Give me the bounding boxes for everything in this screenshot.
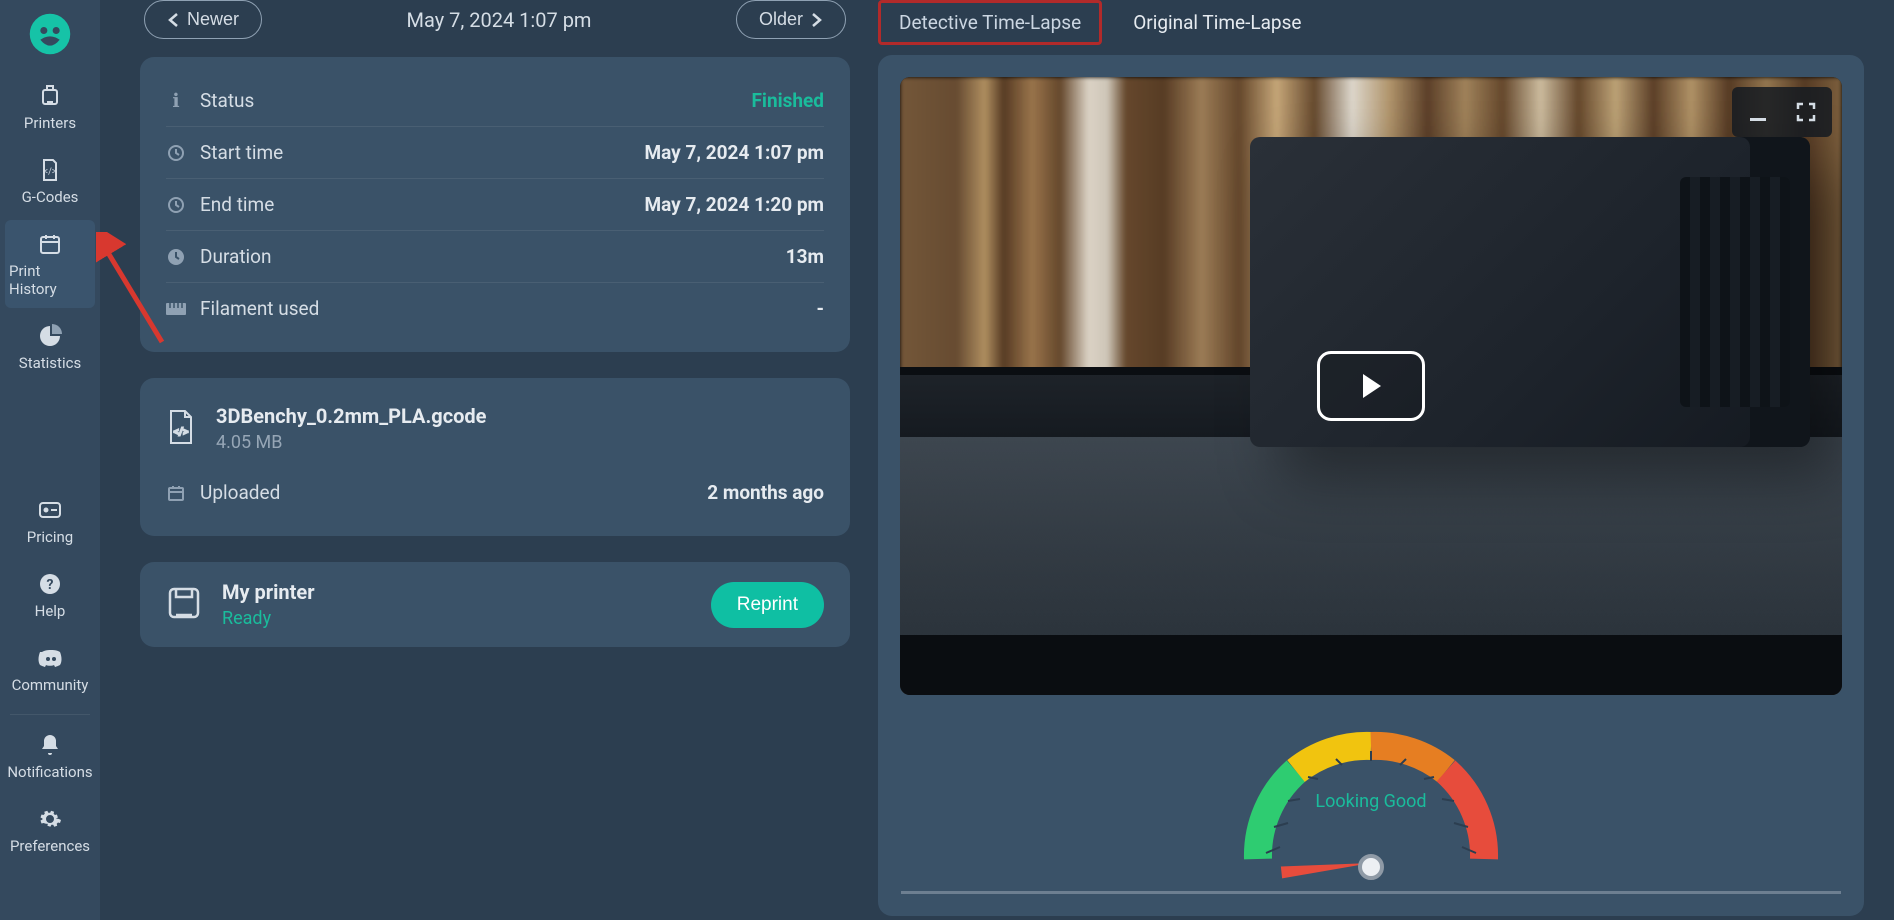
clock-icon	[166, 143, 186, 163]
gauge-label: Looking Good	[1226, 791, 1516, 812]
print-pager: Newer May 7, 2024 1:07 pm Older	[140, 0, 850, 57]
row-start-time: Start time May 7, 2024 1:07 pm	[166, 127, 824, 179]
printer-icon	[38, 84, 62, 108]
nav-label: Printers	[24, 114, 76, 132]
bell-icon	[38, 733, 62, 757]
chevron-right-icon	[811, 13, 823, 27]
chevron-left-icon	[167, 13, 179, 27]
video-toolbar	[1732, 87, 1832, 137]
help-icon: ?	[38, 572, 62, 596]
download-icon	[1746, 100, 1770, 124]
clock-solid-icon	[166, 247, 186, 267]
nav-help[interactable]: ? Help	[5, 560, 95, 630]
tab-detective-timelapse[interactable]: Detective Time-Lapse	[878, 0, 1102, 45]
row-end-time: End time May 7, 2024 1:20 pm	[166, 179, 824, 231]
status-value: Finished	[752, 89, 825, 112]
status-label: Status	[200, 89, 254, 112]
failure-gauge: Looking Good	[900, 719, 1842, 894]
sidebar: Printers </> G-Codes Print History Stati…	[0, 0, 100, 920]
filament-label: Filament used	[200, 297, 319, 320]
row-uploaded: Uploaded 2 months ago	[166, 459, 824, 518]
end-label: End time	[200, 193, 274, 216]
row-filament: Filament used -	[166, 283, 824, 334]
pie-chart-icon	[38, 324, 62, 348]
older-label: Older	[759, 9, 803, 30]
timeline-slider[interactable]	[901, 891, 1841, 894]
duration-label: Duration	[200, 245, 272, 268]
svg-text:?: ?	[47, 577, 54, 593]
fullscreen-button[interactable]	[1784, 93, 1828, 131]
print-info-card: ℹ Status Finished Start time May 7, 2024 …	[140, 57, 850, 352]
nav-community[interactable]: Community	[5, 634, 95, 704]
printer-card: My printer Ready Reprint	[140, 562, 850, 647]
file-size: 4.05 MB	[216, 432, 486, 453]
nav-gcodes[interactable]: </> G-Codes	[5, 146, 95, 216]
fullscreen-icon	[1795, 101, 1817, 123]
nav-notifications[interactable]: Notifications	[5, 721, 95, 791]
row-status: ℹ Status Finished	[166, 75, 824, 127]
info-icon: ℹ	[166, 91, 186, 111]
download-button[interactable]	[1736, 93, 1780, 131]
svg-text:</>: </>	[44, 167, 57, 177]
nav-label: Notifications	[7, 763, 92, 781]
printer-name: My printer	[222, 580, 315, 604]
row-duration: Duration 13m	[166, 231, 824, 283]
duration-value: 13m	[786, 245, 824, 268]
start-value: May 7, 2024 1:07 pm	[645, 141, 825, 164]
printer-icon	[166, 585, 202, 625]
nav-pricing[interactable]: Pricing	[5, 486, 95, 556]
filament-value: -	[817, 297, 825, 320]
pricing-icon	[38, 498, 62, 522]
file-code-icon: </>	[38, 158, 62, 182]
calendar-icon	[38, 232, 62, 256]
play-icon	[1357, 372, 1385, 400]
newer-label: Newer	[187, 9, 239, 30]
file-icon: </>	[166, 409, 196, 449]
nav-label: Help	[35, 602, 66, 620]
uploaded-value: 2 months ago	[707, 481, 824, 504]
discord-icon	[38, 646, 62, 670]
svg-text:</>: </>	[174, 427, 188, 438]
end-value: May 7, 2024 1:20 pm	[645, 193, 825, 216]
nav-preferences[interactable]: Preferences	[5, 795, 95, 865]
nav-statistics[interactable]: Statistics	[5, 312, 95, 382]
start-label: Start time	[200, 141, 283, 164]
file-name: 3DBenchy_0.2mm_PLA.gcode	[216, 404, 486, 428]
older-button[interactable]: Older	[736, 0, 846, 39]
timelapse-tabs: Detective Time-Lapse Original Time-Lapse	[878, 0, 1864, 55]
clock-icon	[166, 195, 186, 215]
calendar-icon	[166, 483, 186, 503]
nav-label: Preferences	[10, 837, 90, 855]
gear-icon	[38, 807, 62, 831]
timelapse-panel: Looking Good	[878, 55, 1864, 916]
nav-label: Community	[12, 676, 89, 694]
newer-button[interactable]: Newer	[144, 0, 262, 39]
pager-date: May 7, 2024 1:07 pm	[407, 8, 592, 32]
timelapse-video[interactable]	[900, 77, 1842, 695]
nav-print-history[interactable]: Print History	[5, 220, 95, 308]
nav-label: Pricing	[27, 528, 73, 546]
printer-state: Ready	[222, 608, 315, 629]
play-button[interactable]	[1317, 351, 1425, 421]
tab-original-timelapse[interactable]: Original Time-Lapse	[1112, 0, 1322, 45]
ruler-icon	[166, 299, 186, 319]
app-logo[interactable]	[26, 10, 74, 58]
nav-printers[interactable]: Printers	[5, 72, 95, 142]
nav-label: G-Codes	[22, 188, 79, 206]
nav-label: Statistics	[19, 354, 81, 372]
gcode-file-card: </> 3DBenchy_0.2mm_PLA.gcode 4.05 MB Upl…	[140, 378, 850, 536]
nav-label: Print History	[9, 262, 91, 298]
uploaded-label: Uploaded	[200, 481, 280, 504]
reprint-button[interactable]: Reprint	[711, 582, 824, 628]
